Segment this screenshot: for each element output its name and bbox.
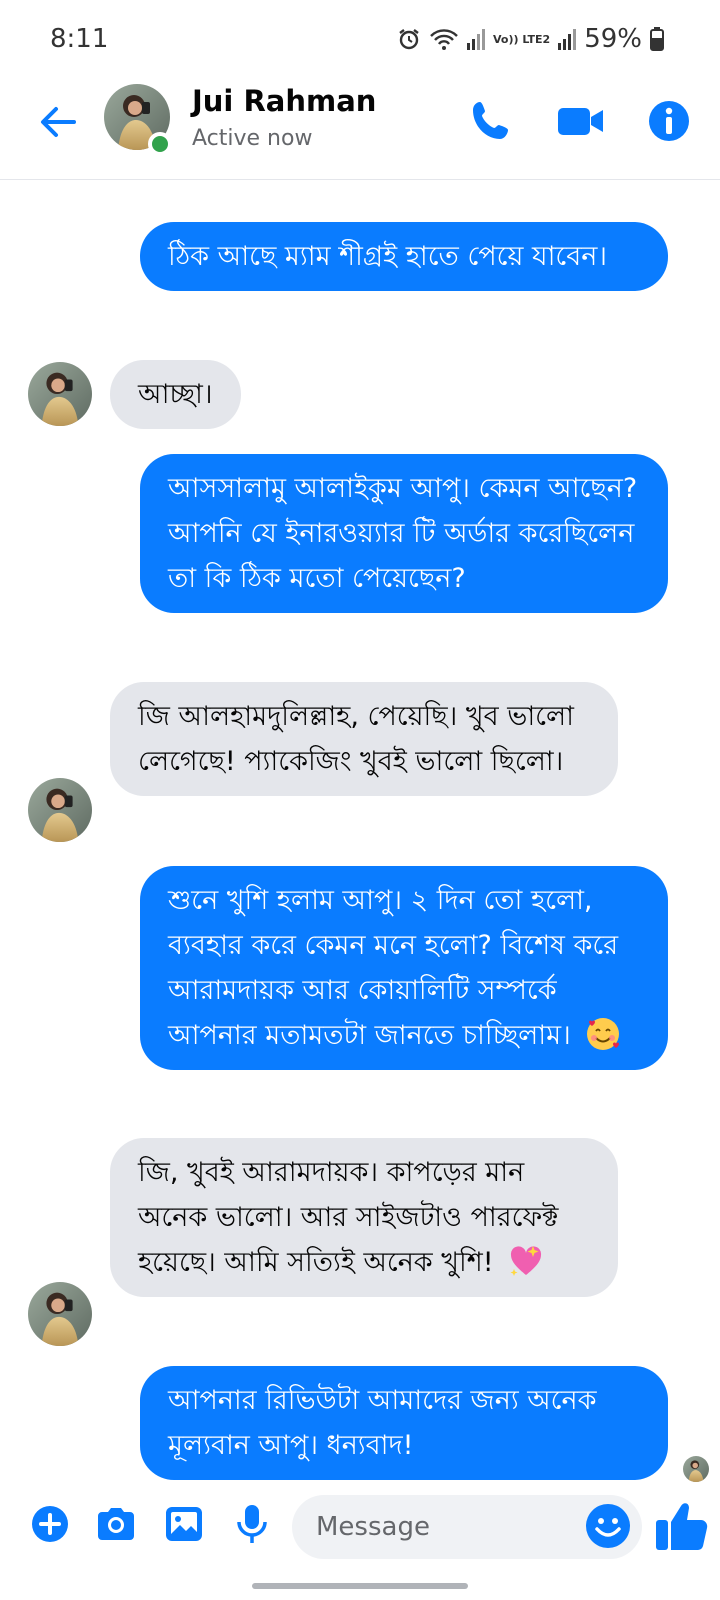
smiling-face-with-hearts-emoji	[587, 1018, 620, 1050]
chat-header: Jui Rahman Active now	[0, 80, 720, 180]
message-text: আসসালামু আলাইকুম আপু। কেমন আছেন? আপনি যে…	[168, 473, 638, 594]
camera-icon[interactable]	[94, 1502, 138, 1546]
message-text: আচ্ছা।	[138, 379, 213, 410]
message-outgoing[interactable]: আপনার রিভিউটা আমাদের জন্য অনেক মূল্যবান …	[140, 1366, 668, 1480]
message-text: জি আলহামদুলিল্লাহ, পেয়েছি। খুব ভালো লেগ…	[138, 701, 574, 777]
sender-avatar[interactable]	[28, 1282, 92, 1346]
home-indicator[interactable]	[252, 1583, 468, 1589]
message-outgoing[interactable]: আসসালামু আলাইকুম আপু। কেমন আছেন? আপনি যে…	[140, 454, 668, 613]
sparkling-heart-emoji	[510, 1246, 542, 1276]
battery-percent: 59%	[584, 24, 642, 54]
phone-icon[interactable]	[466, 96, 516, 146]
video-camera-icon[interactable]	[556, 96, 606, 146]
signal-icon-2	[558, 29, 577, 50]
status-icons: Vo)) LTE2 59%	[397, 24, 664, 54]
contact-status: Active now	[192, 126, 313, 151]
message-text: শুনে খুশি হলাম আপু। ২ দিন তো হলো, ব্যবহা…	[168, 885, 619, 1051]
message-text: আপনার রিভিউটা আমাদের জন্য অনেক মূল্যবান …	[168, 1385, 597, 1461]
message-outgoing[interactable]: ঠিক আছে ম্যাম শীগ্রই হাতে পেয়ে যাবেন।	[140, 222, 668, 291]
status-bar: 8:11 Vo)) LTE2 59%	[0, 0, 720, 80]
alarm-icon	[399, 29, 419, 50]
signal-icon	[466, 29, 485, 50]
wifi-icon	[430, 29, 458, 50]
sender-avatar[interactable]	[28, 362, 92, 426]
thumbs-up-icon[interactable]	[654, 1494, 710, 1554]
network-label: Vo)) LTE2	[492, 32, 551, 46]
gallery-icon[interactable]	[162, 1502, 206, 1546]
seen-receipt-avatar	[683, 1456, 709, 1482]
contact-name[interactable]: Jui Rahman	[192, 84, 376, 118]
status-time: 8:11	[50, 24, 109, 54]
message-composer	[0, 1490, 720, 1570]
message-incoming[interactable]: জি, খুবই আরামদায়ক। কাপড়ের মান অনেক ভাল…	[110, 1138, 618, 1297]
back-arrow-icon[interactable]	[36, 100, 80, 144]
online-indicator	[148, 132, 172, 156]
emoji-icon[interactable]	[584, 1502, 632, 1550]
sender-avatar[interactable]	[28, 778, 92, 842]
battery-icon	[650, 27, 664, 51]
message-text: ঠিক আছে ম্যাম শীগ্রই হাতে পেয়ে যাবেন।	[168, 241, 608, 272]
microphone-icon[interactable]	[230, 1502, 274, 1546]
message-outgoing[interactable]: শুনে খুশি হলাম আপু। ২ দিন তো হলো, ব্যবহা…	[140, 866, 668, 1070]
info-icon[interactable]	[644, 96, 694, 146]
plus-icon[interactable]	[28, 1502, 72, 1546]
message-text: জি, খুবই আরামদায়ক। কাপড়ের মান অনেক ভাল…	[138, 1157, 559, 1278]
message-incoming[interactable]: আচ্ছা।	[110, 360, 241, 429]
message-incoming[interactable]: জি আলহামদুলিল্লাহ, পেয়েছি। খুব ভালো লেগ…	[110, 682, 618, 796]
